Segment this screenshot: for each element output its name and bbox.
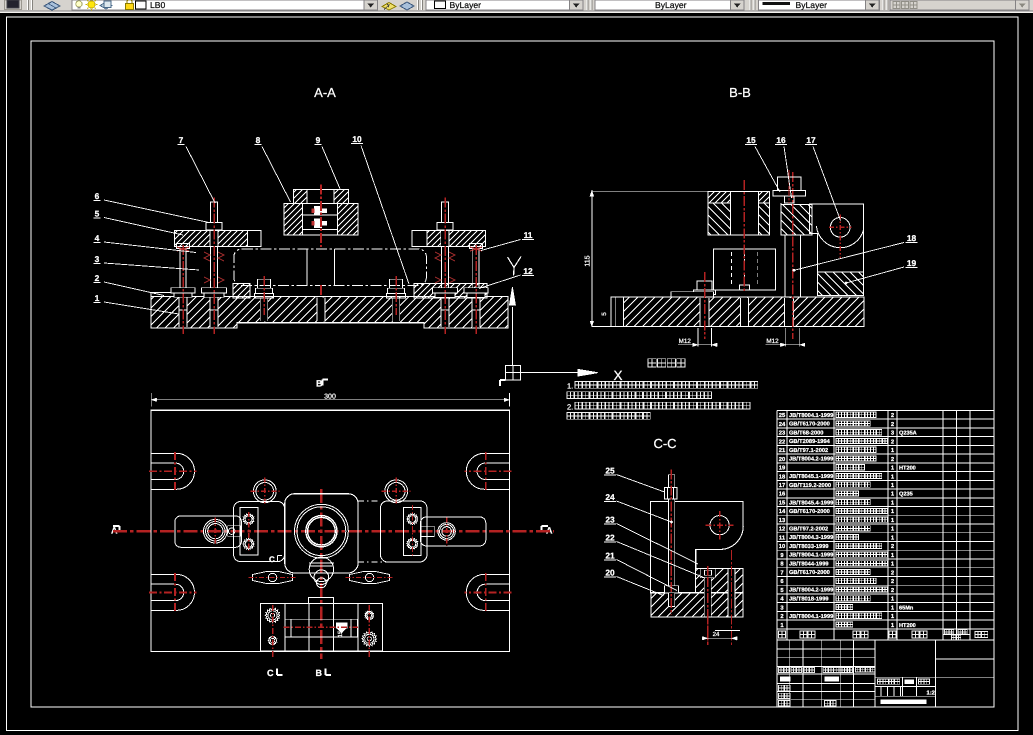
svg-text:22: 22 xyxy=(779,438,785,445)
svg-text:16: 16 xyxy=(779,491,786,498)
svg-text:GB/T97.2-2002: GB/T97.2-2002 xyxy=(789,525,828,532)
svg-text:JB/T8004.1-1999: JB/T8004.1-1999 xyxy=(789,552,833,559)
svg-text:ByLayer: ByLayer xyxy=(450,0,482,10)
svg-text:M12: M12 xyxy=(766,338,779,345)
svg-text:GB/T68-2000: GB/T68-2000 xyxy=(789,429,823,436)
svg-text:25: 25 xyxy=(779,412,786,419)
svg-text:GB/T6170-2000: GB/T6170-2000 xyxy=(789,508,830,515)
svg-text:12: 12 xyxy=(779,526,785,533)
svg-text:13: 13 xyxy=(779,517,786,524)
svg-text:ByLayer: ByLayer xyxy=(655,0,687,10)
svg-text:1.: 1. xyxy=(567,382,573,391)
svg-text:65Mn: 65Mn xyxy=(899,605,914,611)
svg-text:2: 2 xyxy=(95,273,100,283)
svg-text:2: 2 xyxy=(891,456,894,463)
svg-text:22: 22 xyxy=(605,533,615,543)
svg-text:21: 21 xyxy=(605,551,615,561)
svg-text:C: C xyxy=(269,555,275,564)
svg-text:JB/T8044-1999: JB/T8044-1999 xyxy=(789,560,829,567)
svg-text:GB/T97.1-2002: GB/T97.1-2002 xyxy=(789,447,828,454)
svg-text:16: 16 xyxy=(776,135,786,145)
svg-text:17: 17 xyxy=(806,135,816,145)
svg-text:JB/T8004.1-1999: JB/T8004.1-1999 xyxy=(789,613,833,620)
svg-text:JB/T8004.3-1999: JB/T8004.3-1999 xyxy=(789,534,833,541)
svg-text:2: 2 xyxy=(891,569,894,576)
svg-text:JB/T8018-1999: JB/T8018-1999 xyxy=(789,595,829,602)
svg-text:HT200: HT200 xyxy=(899,623,916,629)
svg-text:C-C: C-C xyxy=(653,436,676,451)
svg-text:7: 7 xyxy=(780,570,783,576)
svg-text:LB0: LB0 xyxy=(150,0,166,10)
svg-text:ByLayer: ByLayer xyxy=(796,0,828,10)
svg-text:11: 11 xyxy=(524,230,533,240)
svg-text:B: B xyxy=(316,668,323,678)
svg-text:10: 10 xyxy=(352,134,362,144)
svg-text:2: 2 xyxy=(891,412,894,419)
svg-text:GB/T6170-2000: GB/T6170-2000 xyxy=(789,569,830,576)
svg-text:6: 6 xyxy=(95,191,100,201)
svg-text:23: 23 xyxy=(605,515,615,525)
svg-text:JB/T8045.1-1999: JB/T8045.1-1999 xyxy=(789,473,833,480)
svg-text:Q235A: Q235A xyxy=(899,431,917,437)
svg-text:JB/T8004.1-1999: JB/T8004.1-1999 xyxy=(789,412,833,419)
svg-text:20: 20 xyxy=(605,568,615,578)
svg-text:2: 2 xyxy=(891,578,894,585)
svg-text:15: 15 xyxy=(779,500,786,506)
svg-text:2: 2 xyxy=(891,438,894,445)
svg-text:17: 17 xyxy=(779,483,785,489)
svg-text:2: 2 xyxy=(891,543,894,550)
svg-text:1:2: 1:2 xyxy=(927,690,935,697)
svg-text:24: 24 xyxy=(605,492,615,502)
svg-text:2: 2 xyxy=(891,421,894,428)
svg-text:300: 300 xyxy=(324,393,336,400)
svg-text:GB/T119.2-2000: GB/T119.2-2000 xyxy=(789,482,831,489)
svg-text:10: 10 xyxy=(779,543,785,550)
svg-text:X: X xyxy=(613,368,622,383)
svg-text:A-A: A-A xyxy=(314,85,336,100)
svg-text:GB/T6170-2000: GB/T6170-2000 xyxy=(789,421,830,428)
svg-text:GB/T2089-1994: GB/T2089-1994 xyxy=(789,438,831,445)
svg-text:21: 21 xyxy=(779,447,786,454)
svg-text:2.: 2. xyxy=(567,402,573,411)
svg-text:2: 2 xyxy=(780,613,783,620)
svg-text:7: 7 xyxy=(179,135,184,145)
svg-text:24: 24 xyxy=(779,421,786,428)
svg-text:12: 12 xyxy=(523,266,533,276)
svg-text:B-B: B-B xyxy=(729,85,751,100)
svg-text:2: 2 xyxy=(891,587,894,594)
svg-text:JB/T8004.2-1999: JB/T8004.2-1999 xyxy=(789,587,833,594)
svg-text:9: 9 xyxy=(316,135,321,145)
svg-text:18: 18 xyxy=(907,233,917,243)
svg-text:1: 1 xyxy=(95,293,100,303)
svg-text:25: 25 xyxy=(605,466,615,476)
svg-text:JB/T8045.4-1999: JB/T8045.4-1999 xyxy=(789,499,833,506)
svg-text:115: 115 xyxy=(585,255,592,266)
svg-text:18: 18 xyxy=(779,473,786,480)
svg-text:20: 20 xyxy=(779,456,785,463)
svg-text:M12: M12 xyxy=(679,338,692,345)
svg-text:19: 19 xyxy=(779,465,786,472)
svg-text:11: 11 xyxy=(779,535,786,541)
svg-text:5: 5 xyxy=(95,209,100,219)
svg-text:C: C xyxy=(267,668,274,678)
svg-text:8: 8 xyxy=(256,135,261,145)
svg-text:14: 14 xyxy=(779,509,786,515)
svg-text:Q235: Q235 xyxy=(899,492,913,498)
svg-text:JB/T8004.2-1999: JB/T8004.2-1999 xyxy=(789,456,833,463)
svg-text:4: 4 xyxy=(95,233,100,243)
svg-text:HT200: HT200 xyxy=(899,466,916,472)
svg-text:24: 24 xyxy=(713,631,720,638)
svg-text:5: 5 xyxy=(601,312,608,316)
svg-text:3: 3 xyxy=(95,254,100,264)
svg-text:23: 23 xyxy=(779,430,786,437)
svg-text:15: 15 xyxy=(746,135,756,145)
svg-text:JB/T8033-1999: JB/T8033-1999 xyxy=(789,543,829,550)
svg-text:19: 19 xyxy=(907,258,917,268)
